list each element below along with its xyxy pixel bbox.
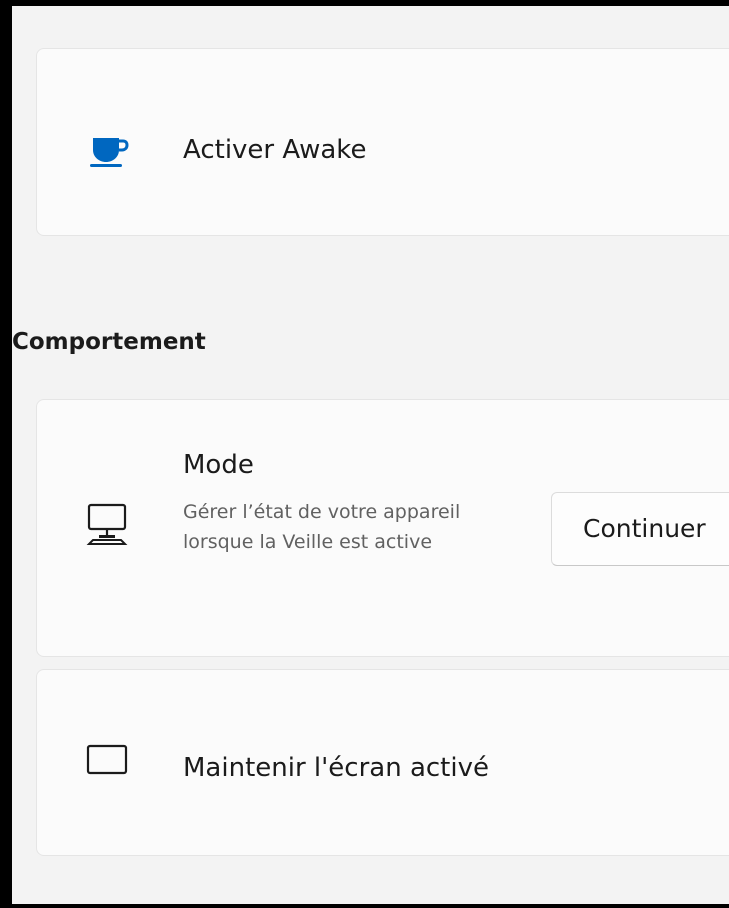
section-title-behavior: Comportement xyxy=(12,329,206,355)
screen-icon xyxy=(86,744,128,775)
mode-card: Mode Gérer l’état de votre appareil lors… xyxy=(36,399,729,657)
keep-screen-on-label: Maintenir l'écran activé xyxy=(183,753,489,783)
mode-description: Gérer l’état de votre appareil lorsque l… xyxy=(183,501,461,553)
enable-awake-card[interactable]: Activer Awake xyxy=(36,48,729,236)
monitor-icon xyxy=(86,503,128,545)
window-frame: Activer Awake Comportement Mode Gérer l’… xyxy=(0,0,729,908)
settings-viewport: Activer Awake Comportement Mode Gérer l’… xyxy=(12,6,729,904)
keep-screen-on-card[interactable]: Maintenir l'écran activé xyxy=(36,669,729,856)
coffee-cup-icon xyxy=(90,138,129,167)
mode-title: Mode xyxy=(183,450,254,480)
enable-awake-label: Activer Awake xyxy=(183,135,367,165)
mode-dropdown[interactable]: Continuer xyxy=(551,492,729,566)
mode-dropdown-value: Continuer xyxy=(583,514,706,543)
